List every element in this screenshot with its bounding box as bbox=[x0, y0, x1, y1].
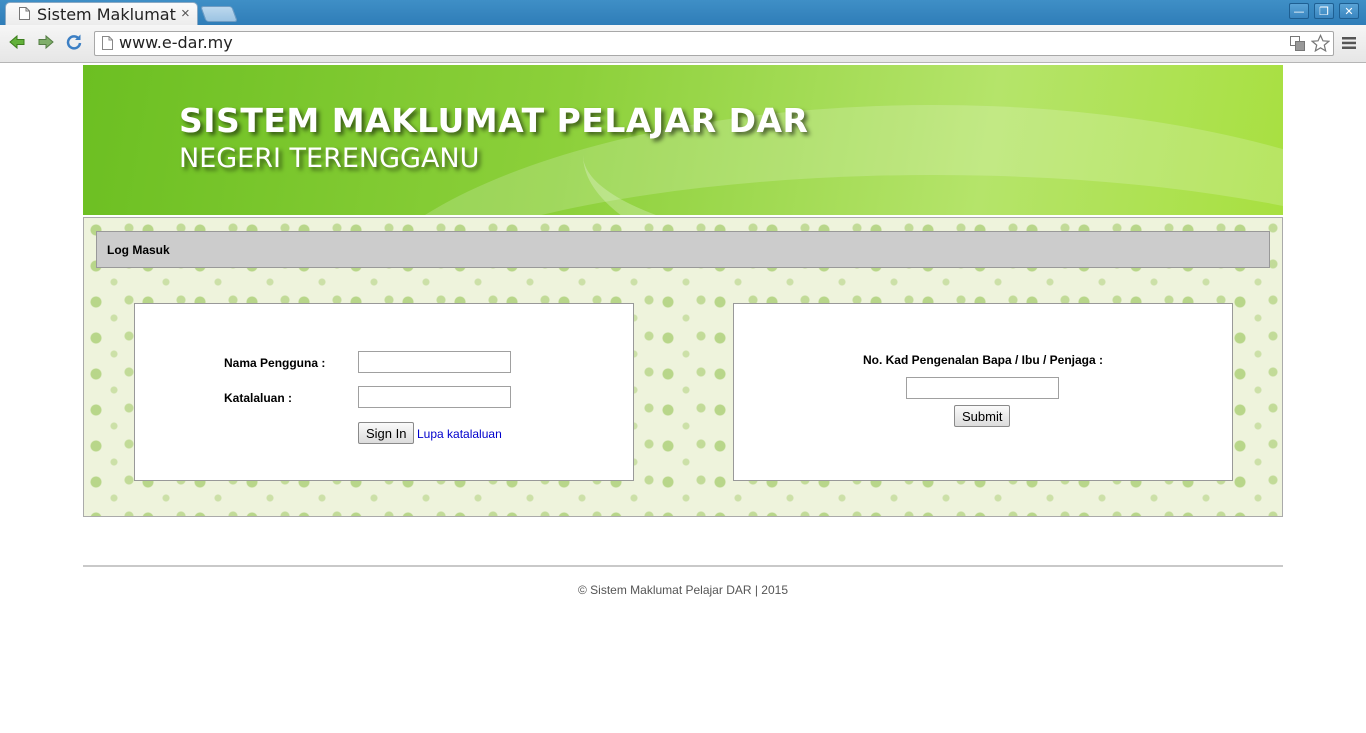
forgot-password-link[interactable]: Lupa katalaluan bbox=[417, 427, 502, 441]
section-title: Log Masuk bbox=[107, 243, 170, 257]
login-content-area: Log Masuk Nama Pengguna : Katalaluan : S… bbox=[83, 217, 1283, 517]
section-header-bar: Log Masuk bbox=[96, 231, 1270, 268]
ic-number-label: No. Kad Pengenalan Bapa / Ibu / Penjaga … bbox=[862, 353, 1104, 367]
back-arrow-icon[interactable] bbox=[8, 33, 26, 51]
minimize-button[interactable]: — bbox=[1289, 3, 1309, 19]
new-tab-button[interactable] bbox=[200, 6, 238, 22]
username-label: Nama Pengguna : bbox=[224, 356, 326, 370]
banner-subtitle: NEGERI TERENGGANU bbox=[179, 143, 480, 174]
parent-lookup-panel: No. Kad Pengenalan Bapa / Ibu / Penjaga … bbox=[733, 303, 1233, 481]
browser-titlebar: Sistem Maklumat × — ❐ ✕ bbox=[0, 0, 1366, 25]
tab-close-icon[interactable]: × bbox=[181, 5, 190, 22]
staff-login-panel: Nama Pengguna : Katalaluan : Sign In Lup… bbox=[134, 303, 634, 481]
username-input[interactable] bbox=[358, 351, 511, 373]
banner-decoration bbox=[583, 65, 1283, 215]
address-bar[interactable]: www.e-dar.my bbox=[94, 31, 1334, 56]
restore-button[interactable]: ❐ bbox=[1314, 3, 1334, 19]
password-input[interactable] bbox=[358, 386, 511, 408]
browser-tab[interactable]: Sistem Maklumat × bbox=[5, 2, 198, 25]
submit-button[interactable]: Submit bbox=[954, 405, 1011, 427]
footer-copyright: © Sistem Maklumat Pelajar DAR | 2015 bbox=[577, 583, 789, 597]
password-label: Katalaluan : bbox=[224, 391, 293, 405]
translate-icon[interactable] bbox=[1290, 36, 1305, 51]
browser-toolbar: www.e-dar.my bbox=[0, 25, 1366, 63]
forward-arrow-icon[interactable] bbox=[37, 33, 55, 51]
footer-divider bbox=[83, 565, 1283, 567]
tab-title: Sistem Maklumat bbox=[37, 5, 176, 24]
bookmark-star-icon[interactable] bbox=[1311, 34, 1330, 53]
sign-in-button[interactable]: Sign In bbox=[358, 422, 415, 444]
close-window-button[interactable]: ✕ bbox=[1339, 3, 1359, 19]
reload-icon[interactable] bbox=[65, 33, 83, 51]
menu-icon[interactable] bbox=[1342, 37, 1356, 49]
header-banner: SISTEM MAKLUMAT PELAJAR DAR NEGERI TEREN… bbox=[83, 65, 1283, 215]
page-icon bbox=[102, 36, 113, 50]
url-text[interactable]: www.e-dar.my bbox=[119, 33, 233, 52]
page-icon bbox=[19, 7, 30, 20]
ic-number-input[interactable] bbox=[906, 377, 1059, 399]
banner-title: SISTEM MAKLUMAT PELAJAR DAR bbox=[179, 101, 809, 140]
